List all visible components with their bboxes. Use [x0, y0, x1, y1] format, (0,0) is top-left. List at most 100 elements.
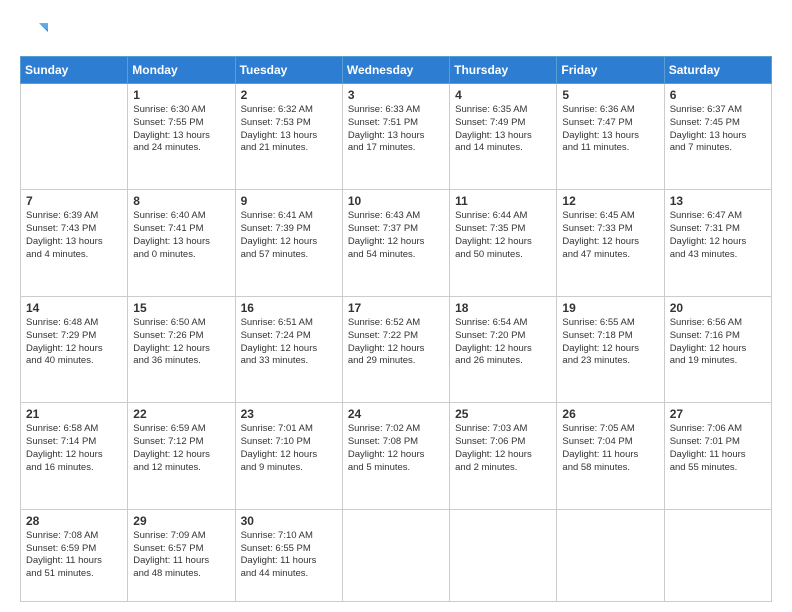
day-number: 1: [133, 88, 229, 102]
page-header: [20, 18, 772, 46]
day-info: Sunrise: 6:58 AM Sunset: 7:14 PM Dayligh…: [26, 423, 122, 474]
day-info: Sunrise: 7:05 AM Sunset: 7:04 PM Dayligh…: [562, 423, 658, 474]
day-number: 8: [133, 194, 229, 208]
day-number: 5: [562, 88, 658, 102]
calendar-cell: 14 Sunrise: 6:48 AM Sunset: 7:29 PM Dayli…: [21, 296, 128, 402]
calendar-header-tuesday: Tuesday: [235, 57, 342, 84]
day-number: 25: [455, 407, 551, 421]
day-number: 9: [241, 194, 337, 208]
day-number: 27: [670, 407, 766, 421]
calendar-cell: [21, 84, 128, 190]
day-info: Sunrise: 6:32 AM Sunset: 7:53 PM Dayligh…: [241, 104, 337, 155]
day-info: Sunrise: 6:59 AM Sunset: 7:12 PM Dayligh…: [133, 423, 229, 474]
calendar-cell: 4Sunrise: 6:35 AM Sunset: 7:49 PM Daylig…: [450, 84, 557, 190]
day-number: 18: [455, 301, 551, 315]
day-info: Sunrise: 6:40 AM Sunset: 7:41 PM Dayligh…: [133, 210, 229, 261]
day-number: 30: [241, 514, 337, 528]
calendar-cell: 19 Sunrise: 6:55 AM Sunset: 7:18 PM Dayli…: [557, 296, 664, 402]
calendar-header-friday: Friday: [557, 57, 664, 84]
calendar-cell: 15Sunrise: 6:50 AM Sunset: 7:26 PM Dayli…: [128, 296, 235, 402]
day-info: Sunrise: 6:43 AM Sunset: 7:37 PM Dayligh…: [348, 210, 444, 261]
calendar-week-1: 1 Sunrise: 6:30 AM Sunset: 7:55 PM Daylig…: [21, 84, 772, 190]
day-number: 29: [133, 514, 229, 528]
day-number: 20: [670, 301, 766, 315]
day-info: Sunrise: 7:08 AM Sunset: 6:59 PM Dayligh…: [26, 530, 122, 581]
calendar-cell: 2 Sunrise: 6:32 AM Sunset: 7:53 PM Daylig…: [235, 84, 342, 190]
day-number: 13: [670, 194, 766, 208]
day-number: 12: [562, 194, 658, 208]
day-info: Sunrise: 6:36 AM Sunset: 7:47 PM Dayligh…: [562, 104, 658, 155]
calendar-cell: 17Sunrise: 6:52 AM Sunset: 7:22 PM Dayli…: [342, 296, 449, 402]
calendar-cell: 20 Sunrise: 6:56 AM Sunset: 7:16 PM Dayli…: [664, 296, 771, 402]
calendar-cell: 12 Sunrise: 6:45 AM Sunset: 7:33 PM Dayli…: [557, 190, 664, 296]
day-number: 28: [26, 514, 122, 528]
calendar-cell: 30Sunrise: 7:10 AM Sunset: 6:55 PM Dayli…: [235, 509, 342, 601]
calendar-cell: 29 Sunrise: 7:09 AM Sunset: 6:57 PM Dayli…: [128, 509, 235, 601]
day-number: 3: [348, 88, 444, 102]
calendar-cell: 8 Sunrise: 6:40 AM Sunset: 7:41 PM Daylig…: [128, 190, 235, 296]
day-number: 17: [348, 301, 444, 315]
calendar-header-wednesday: Wednesday: [342, 57, 449, 84]
day-number: 19: [562, 301, 658, 315]
calendar-cell: 16 Sunrise: 6:51 AM Sunset: 7:24 PM Dayli…: [235, 296, 342, 402]
day-info: Sunrise: 6:39 AM Sunset: 7:43 PM Dayligh…: [26, 210, 122, 261]
calendar-cell: 10 Sunrise: 6:43 AM Sunset: 7:37 PM Dayli…: [342, 190, 449, 296]
day-number: 16: [241, 301, 337, 315]
day-number: 24: [348, 407, 444, 421]
calendar-cell: 3 Sunrise: 6:33 AM Sunset: 7:51 PM Daylig…: [342, 84, 449, 190]
day-info: Sunrise: 7:02 AM Sunset: 7:08 PM Dayligh…: [348, 423, 444, 474]
day-info: Sunrise: 6:51 AM Sunset: 7:24 PM Dayligh…: [241, 317, 337, 368]
calendar-header-sunday: Sunday: [21, 57, 128, 84]
day-number: 11: [455, 194, 551, 208]
day-number: 21: [26, 407, 122, 421]
day-info: Sunrise: 7:03 AM Sunset: 7:06 PM Dayligh…: [455, 423, 551, 474]
day-number: 4: [455, 88, 551, 102]
calendar-cell: [664, 509, 771, 601]
day-info: Sunrise: 6:45 AM Sunset: 7:33 PM Dayligh…: [562, 210, 658, 261]
calendar-cell: 28 Sunrise: 7:08 AM Sunset: 6:59 PM Dayli…: [21, 509, 128, 601]
day-number: 10: [348, 194, 444, 208]
day-info: Sunrise: 6:55 AM Sunset: 7:18 PM Dayligh…: [562, 317, 658, 368]
day-info: Sunrise: 6:54 AM Sunset: 7:20 PM Dayligh…: [455, 317, 551, 368]
calendar-cell: 1 Sunrise: 6:30 AM Sunset: 7:55 PM Daylig…: [128, 84, 235, 190]
day-info: Sunrise: 6:33 AM Sunset: 7:51 PM Dayligh…: [348, 104, 444, 155]
day-info: Sunrise: 6:41 AM Sunset: 7:39 PM Dayligh…: [241, 210, 337, 261]
calendar-cell: 18 Sunrise: 6:54 AM Sunset: 7:20 PM Dayli…: [450, 296, 557, 402]
calendar-cell: 5 Sunrise: 6:36 AM Sunset: 7:47 PM Daylig…: [557, 84, 664, 190]
day-info: Sunrise: 7:09 AM Sunset: 6:57 PM Dayligh…: [133, 530, 229, 581]
day-number: 7: [26, 194, 122, 208]
calendar-cell: [342, 509, 449, 601]
calendar-week-4: 21 Sunrise: 6:58 AM Sunset: 7:14 PM Dayli…: [21, 403, 772, 509]
calendar-week-2: 7 Sunrise: 6:39 AM Sunset: 7:43 PM Daylig…: [21, 190, 772, 296]
calendar-cell: 13Sunrise: 6:47 AM Sunset: 7:31 PM Dayli…: [664, 190, 771, 296]
day-number: 15: [133, 301, 229, 315]
day-info: Sunrise: 6:44 AM Sunset: 7:35 PM Dayligh…: [455, 210, 551, 261]
day-number: 6: [670, 88, 766, 102]
calendar-cell: 23 Sunrise: 7:01 AM Sunset: 7:10 PM Dayli…: [235, 403, 342, 509]
day-info: Sunrise: 6:37 AM Sunset: 7:45 PM Dayligh…: [670, 104, 766, 155]
calendar-cell: [557, 509, 664, 601]
calendar-cell: 9 Sunrise: 6:41 AM Sunset: 7:39 PM Daylig…: [235, 190, 342, 296]
calendar-header-row: SundayMondayTuesdayWednesdayThursdayFrid…: [21, 57, 772, 84]
day-info: Sunrise: 6:56 AM Sunset: 7:16 PM Dayligh…: [670, 317, 766, 368]
day-info: Sunrise: 6:30 AM Sunset: 7:55 PM Dayligh…: [133, 104, 229, 155]
day-info: Sunrise: 7:06 AM Sunset: 7:01 PM Dayligh…: [670, 423, 766, 474]
logo: [20, 18, 52, 46]
day-number: 14: [26, 301, 122, 315]
calendar-table: SundayMondayTuesdayWednesdayThursdayFrid…: [20, 56, 772, 602]
calendar-cell: 7 Sunrise: 6:39 AM Sunset: 7:43 PM Daylig…: [21, 190, 128, 296]
day-number: 2: [241, 88, 337, 102]
calendar-header-monday: Monday: [128, 57, 235, 84]
calendar-cell: 6 Sunrise: 6:37 AM Sunset: 7:45 PM Daylig…: [664, 84, 771, 190]
day-info: Sunrise: 6:48 AM Sunset: 7:29 PM Dayligh…: [26, 317, 122, 368]
calendar-cell: 22Sunrise: 6:59 AM Sunset: 7:12 PM Dayli…: [128, 403, 235, 509]
calendar-cell: [450, 509, 557, 601]
calendar-header-thursday: Thursday: [450, 57, 557, 84]
day-info: Sunrise: 7:01 AM Sunset: 7:10 PM Dayligh…: [241, 423, 337, 474]
calendar-cell: 27 Sunrise: 7:06 AM Sunset: 7:01 PM Dayli…: [664, 403, 771, 509]
calendar-cell: 26 Sunrise: 7:05 AM Sunset: 7:04 PM Dayli…: [557, 403, 664, 509]
calendar-cell: 11 Sunrise: 6:44 AM Sunset: 7:35 PM Dayli…: [450, 190, 557, 296]
calendar-week-5: 28 Sunrise: 7:08 AM Sunset: 6:59 PM Dayli…: [21, 509, 772, 601]
day-number: 23: [241, 407, 337, 421]
day-number: 26: [562, 407, 658, 421]
